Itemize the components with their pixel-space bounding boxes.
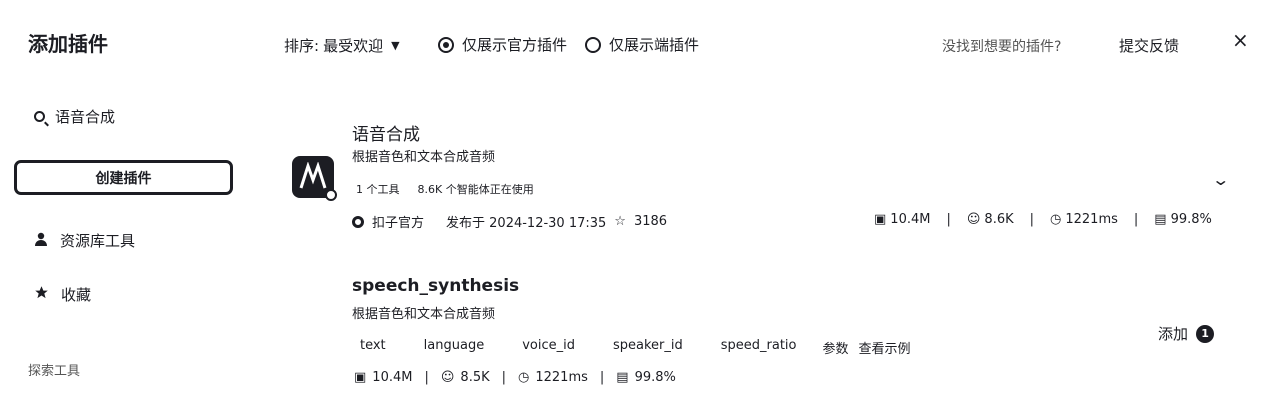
- usage-count-tag: 8.6K 个智能体正在使用: [417, 183, 534, 196]
- success-value: 99.8%: [1170, 212, 1212, 227]
- sidebar-item-library-tools[interactable]: 资源库工具: [34, 230, 135, 251]
- close-icon[interactable]: ×: [1232, 28, 1249, 52]
- sidebar-item-label: 收藏: [61, 286, 92, 304]
- success-icon: ▤: [1154, 212, 1167, 227]
- sidebar-item-favorites[interactable]: 收藏: [34, 284, 91, 305]
- publisher-icon: [352, 215, 364, 228]
- plugin-name[interactable]: 语音合成: [352, 120, 420, 145]
- search-icon: [34, 111, 45, 122]
- param-tag: speed_ratio: [720, 338, 797, 353]
- official-badge-icon: [325, 189, 337, 201]
- latency-value: 1221ms: [535, 370, 588, 385]
- sidebar-search-label: 语音合成: [55, 108, 116, 126]
- param-tag: voice_id: [522, 338, 575, 353]
- bots-value: 8.6K: [984, 212, 1014, 227]
- clock-icon: ◷: [1050, 212, 1062, 227]
- sidebar-search[interactable]: 语音合成: [34, 106, 115, 127]
- dialog-title: 添加插件: [28, 32, 108, 56]
- latency-value: 1221ms: [1065, 212, 1118, 227]
- tool-stats: ▣ 10.4M | ☺ 8.5K | ◷ 1221ms | ▤ 99.8%: [354, 370, 676, 385]
- view-example-link[interactable]: 查看示例: [859, 338, 911, 357]
- success-value: 99.8%: [634, 370, 676, 385]
- param-tag: speaker_id: [612, 338, 683, 353]
- plugin-logo: [292, 156, 337, 201]
- submit-feedback-link[interactable]: 提交反馈: [1119, 35, 1179, 56]
- bots-value: 8.5K: [460, 370, 490, 385]
- radio-official-label: 仅展示官方插件: [462, 36, 568, 54]
- divider: |: [946, 212, 951, 227]
- star-icon: [34, 285, 49, 304]
- calls-icon: ▣: [354, 370, 367, 385]
- radio-checked-icon: [438, 36, 454, 53]
- radio-endpoint-only[interactable]: 仅展示端插件: [585, 34, 699, 55]
- tool-name: speech_synthesis: [352, 276, 520, 296]
- publisher-name: 扣子官方: [372, 216, 425, 231]
- plugin-meta: 扣子官方 发布于 2024-12-30 17:35 ☆ 3186: [352, 212, 667, 231]
- person-icon: [34, 232, 48, 250]
- divider: |: [599, 370, 605, 385]
- radio-endpoint-label: 仅展示端插件: [609, 36, 700, 54]
- bot-icon: ☺: [440, 370, 455, 385]
- plugin-stats: ▣ 10.4M | ☺ 8.6K | ◷ 1221ms | ▤ 99.8%: [874, 212, 1212, 227]
- favorite-count: 3186: [633, 214, 668, 229]
- sort-value: 最受欢迎: [323, 37, 384, 55]
- plugin-tags: 1 个工具 8.6K 个智能体正在使用: [352, 180, 538, 198]
- sort-label: 排序:: [284, 37, 320, 55]
- radio-official-only[interactable]: 仅展示官方插件: [438, 34, 567, 55]
- calls-icon: ▣: [874, 212, 887, 227]
- star-outline-icon: ☆: [614, 214, 626, 229]
- add-count-badge: 1: [1196, 324, 1215, 343]
- bot-icon: ☺: [966, 212, 981, 227]
- divider: |: [424, 370, 429, 385]
- sidebar-item-label: 资源库工具: [60, 232, 136, 250]
- create-plugin-button[interactable]: 创建插件: [14, 160, 233, 195]
- success-icon: ▤: [616, 370, 629, 385]
- tool-count-tag: 1 个工具: [356, 183, 400, 196]
- param-tag: language: [423, 338, 485, 353]
- waveform-icon: [299, 162, 327, 189]
- tool-description: 根据音色和文本合成音频: [352, 307, 496, 322]
- clock-icon: ◷: [518, 370, 530, 385]
- param-tag: text: [360, 338, 386, 353]
- explore-tools-heading: 探索工具: [28, 364, 81, 379]
- caret-down-icon: ▼: [391, 39, 400, 52]
- divider: |: [1133, 212, 1139, 227]
- chevron-down-icon[interactable]: ⌄: [1211, 170, 1230, 189]
- params-label: 参数: [822, 342, 849, 357]
- tool-params: text language voice_id speaker_id speed_…: [360, 338, 911, 357]
- divider: |: [501, 370, 507, 385]
- radio-unchecked-icon: [585, 36, 601, 53]
- sort-dropdown[interactable]: 排序: 最受欢迎 ▼: [284, 35, 400, 56]
- calls-value: 10.4M: [890, 212, 931, 227]
- add-tool-button[interactable]: 添加 1: [1158, 323, 1215, 344]
- calls-value: 10.4M: [372, 370, 413, 385]
- divider: |: [1029, 212, 1035, 227]
- add-label: 添加: [1158, 325, 1189, 343]
- not-found-hint: 没找到想要的插件?: [942, 39, 1062, 55]
- publish-date: 发布于 2024-12-30 17:35: [446, 216, 607, 231]
- plugin-description: 根据音色和文本合成音频: [352, 150, 496, 165]
